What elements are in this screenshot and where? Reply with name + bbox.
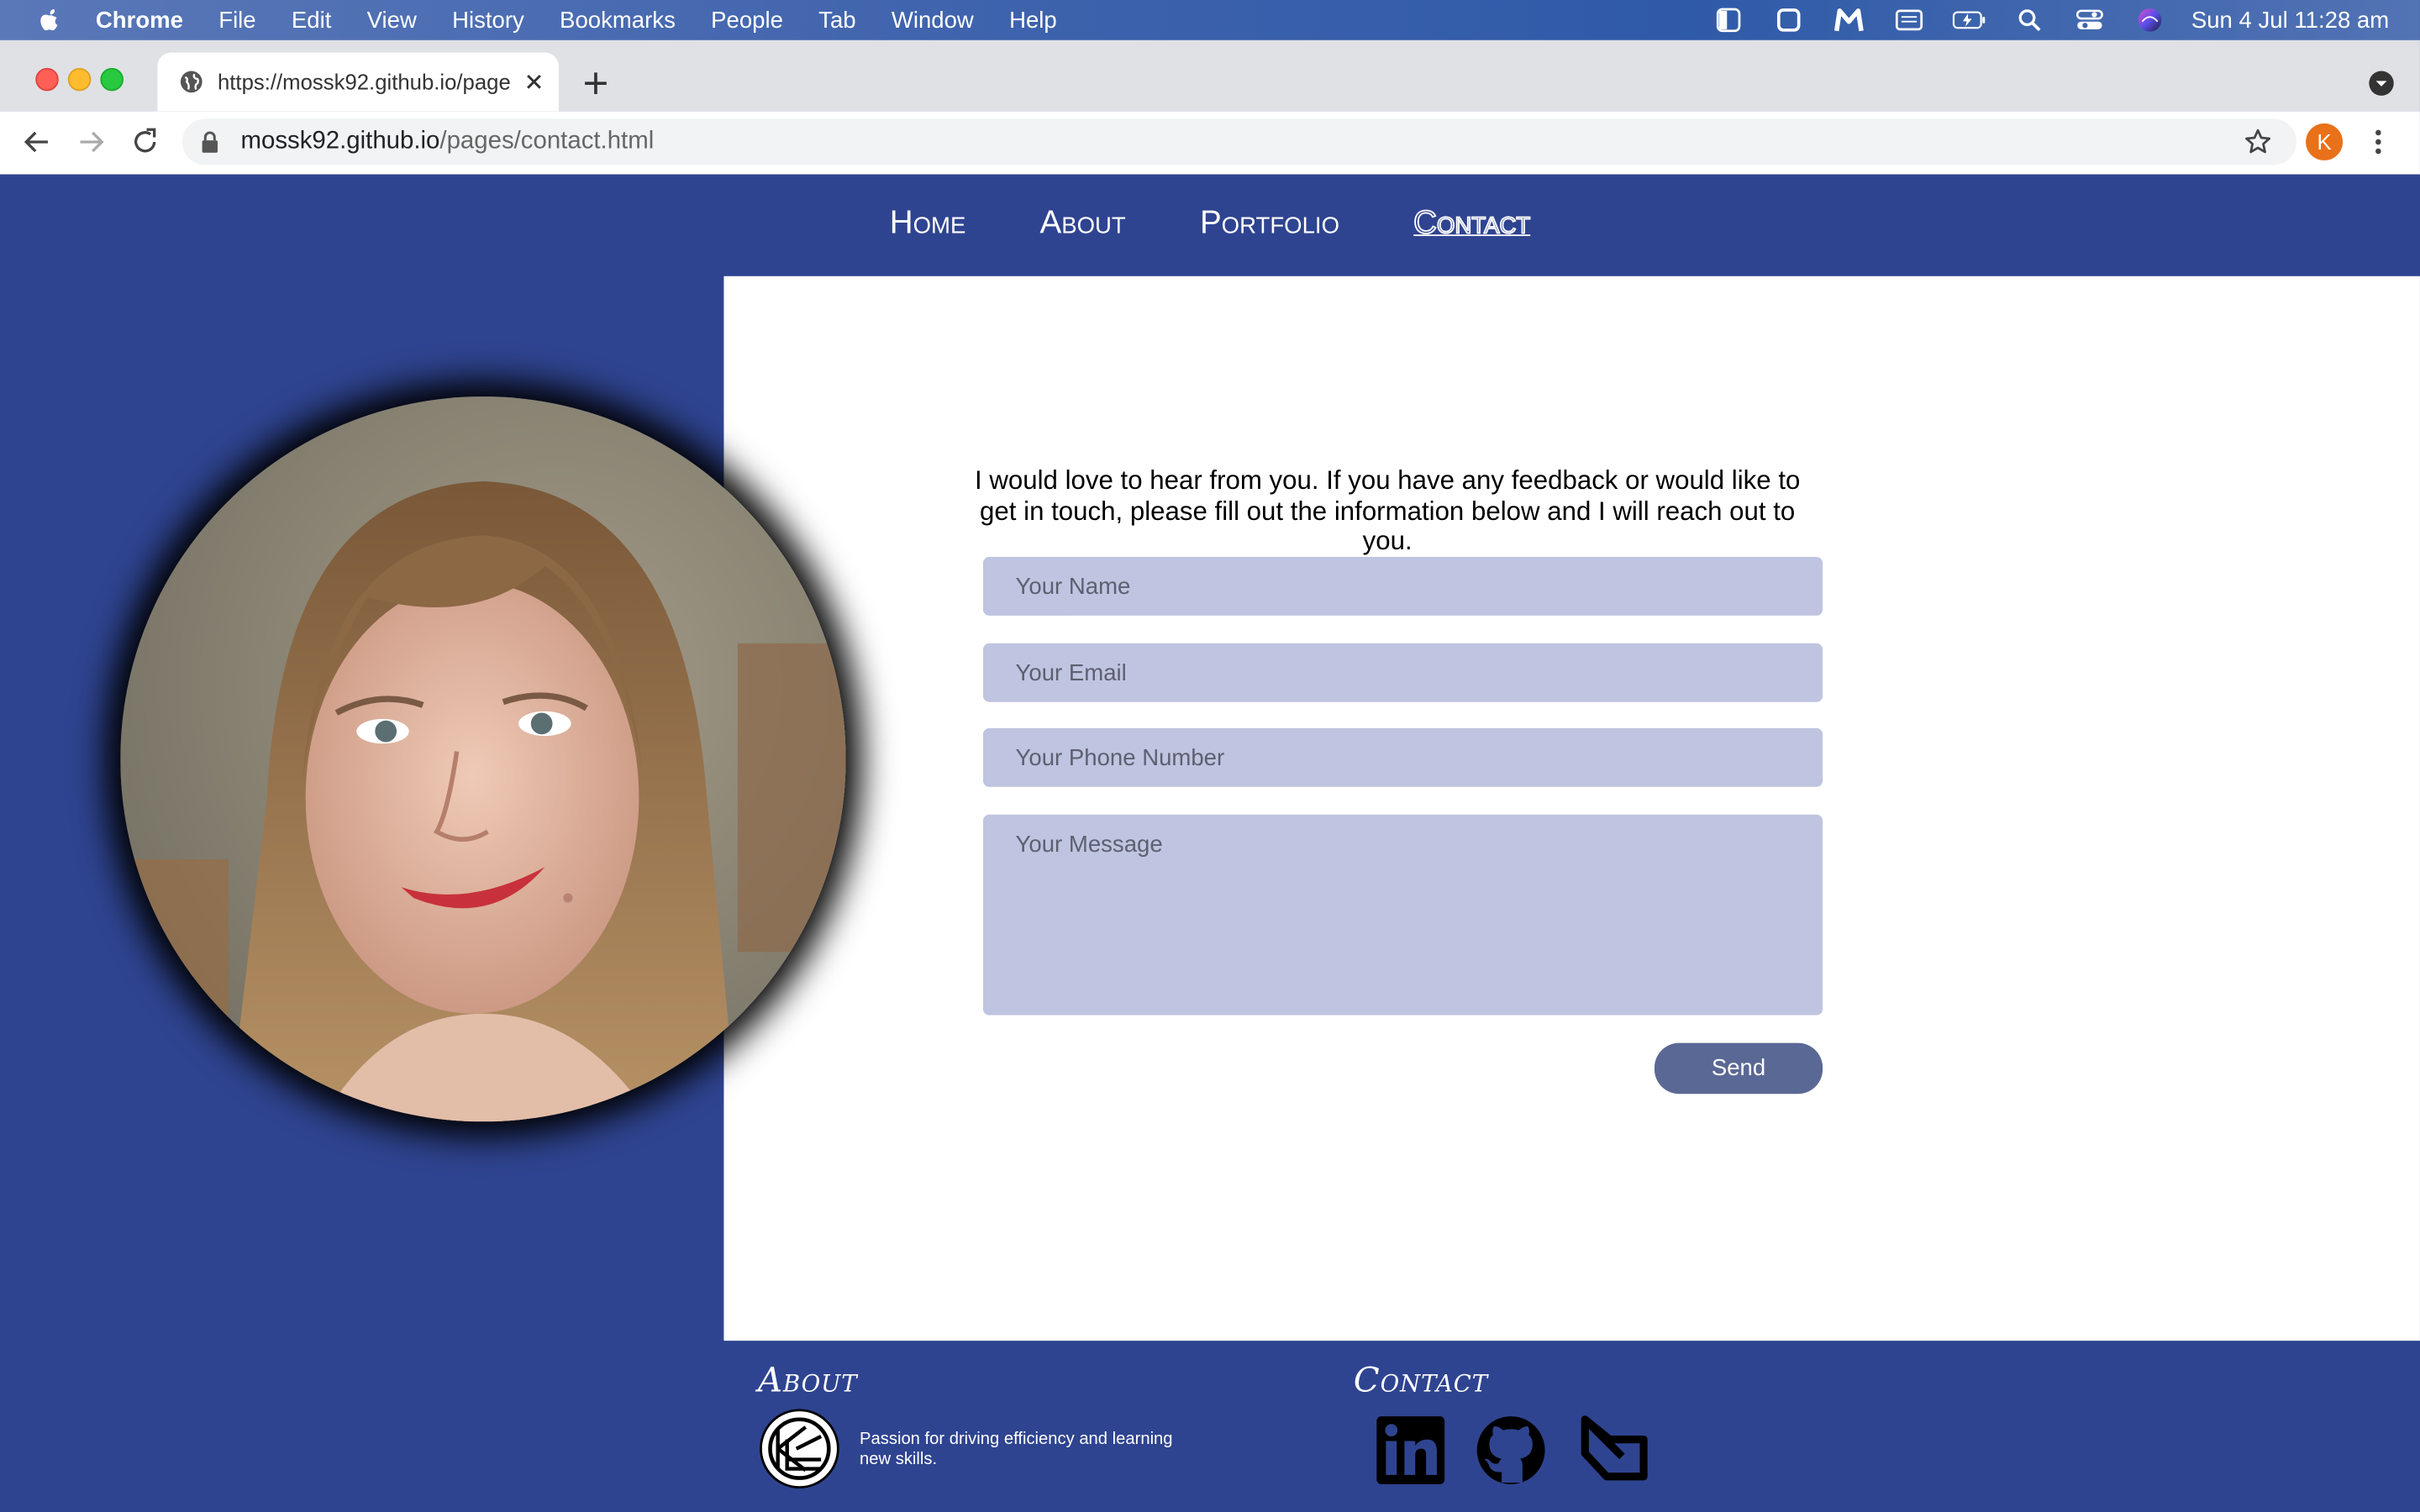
window-zoom-button[interactable] [100,67,124,92]
url-host: mossk92.github.io [240,128,440,155]
web-page: Home About Portfolio Contact I would lov… [0,174,2420,1512]
email-icon[interactable] [1576,1413,1649,1487]
footer-about-text: Passion for driving efficiency and learn… [860,1430,1173,1469]
chrome-menu-kebab-icon[interactable] [2367,127,2389,158]
kl-monogram-logo [760,1409,839,1488]
browser-toolbar: mossk92.github.io/pages/contact.html K [0,111,2420,176]
github-icon[interactable] [1474,1413,1548,1487]
message-textarea[interactable] [982,814,1823,1016]
malwarebytes-icon[interactable] [1832,8,1865,32]
tab-close-icon[interactable] [523,71,545,92]
name-input[interactable] [982,557,1823,616]
profile-avatar[interactable]: K [2306,123,2344,161]
menu-history[interactable]: History [452,7,524,33]
menu-edit[interactable]: Edit [292,7,331,33]
content-panel [723,276,2420,1341]
contact-intro-text: I would love to hear from you. If you ha… [974,465,1801,556]
reload-icon[interactable] [129,127,160,158]
siri-icon[interactable] [2133,8,2166,32]
window-close-button[interactable] [35,67,59,92]
phone-input[interactable] [982,727,1823,787]
footer-about-heading: About [757,1362,858,1401]
menu-chrome[interactable]: Chrome [96,7,183,33]
send-button[interactable]: Send [1654,1042,1823,1095]
browser-tab-strip: https://mossk92.github.io/pages/contact.… [0,39,2420,112]
address-bar[interactable]: mossk92.github.io/pages/contact.html [182,118,2297,165]
url-text[interactable]: mossk92.github.io/pages/contact.html [241,128,655,155]
lock-icon[interactable] [201,131,219,153]
menu-people[interactable]: People [711,7,783,33]
new-tab-plus-icon[interactable] [581,68,612,99]
nav-link-portfolio[interactable]: Portfolio [1200,205,1339,245]
menu-tab[interactable]: Tab [818,7,855,33]
control-center-icon[interactable] [2072,8,2106,32]
nav-link-home[interactable]: Home [890,205,966,245]
url-path: /pages/contact.html [439,128,655,155]
profile-photo [120,396,846,1122]
menubar-clock[interactable]: Sun 4 Jul 11:28 am [2191,7,2389,33]
tab-title: https://mossk92.github.io/pages/contact.… [217,69,511,95]
keyboard-input-icon[interactable] [1892,8,1926,32]
menu-file[interactable]: File [218,7,255,33]
spotlight-search-icon[interactable] [2012,8,2046,32]
sidebar-icon[interactable] [1712,8,1745,33]
nav-link-contact[interactable]: Contact [1413,204,1531,245]
bookmark-star-icon[interactable] [2244,128,2272,155]
back-arrow-icon[interactable] [22,127,53,158]
forward-arrow-icon[interactable] [76,127,107,158]
macos-menu-bar: Chrome File Edit View History Bookmarks … [0,0,2420,40]
menu-help[interactable]: Help [1009,7,1057,33]
footer-contact-heading: Contact [1353,1362,1489,1401]
email-input[interactable] [982,643,1823,702]
menu-bookmarks[interactable]: Bookmarks [560,7,676,33]
linkedin-icon[interactable] [1374,1413,1448,1487]
menu-view[interactable]: View [367,7,417,33]
apple-logo-icon[interactable] [37,8,61,32]
window-minimize-button[interactable] [67,67,92,92]
tab-search-chevron-icon[interactable] [2369,71,2394,96]
browser-tab-active[interactable]: https://mossk92.github.io/pages/contact.… [157,52,559,112]
nav-link-about[interactable]: About [1040,205,1126,245]
battery-charging-icon[interactable] [1952,8,1986,32]
menu-window[interactable]: Window [892,7,974,33]
site-navigation: Home About Portfolio Contact [0,175,2420,276]
screen-recorder-icon[interactable] [1771,8,1805,32]
globe-favicon-icon [180,71,203,93]
